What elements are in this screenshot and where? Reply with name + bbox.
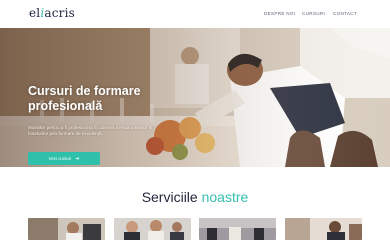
nav-link-cursuri[interactable]: CURSURI [302,11,325,16]
services-title-accent: noastre [201,189,249,205]
site-logo[interactable]: eliacris [29,6,75,20]
service-image-4 [285,218,362,240]
nav-link-despre-noi[interactable]: DESPRE NOI [264,11,295,16]
services-title-main: Serviciile [141,189,198,205]
logo-text-main: el [29,6,41,20]
service-card-4[interactable] [285,218,362,240]
hero-title: Cursuri de formare profesională [28,84,141,113]
service-card-2[interactable] [114,218,191,240]
view-courses-label: Vezi cursuri [48,156,72,161]
view-courses-button[interactable]: Vezi cursuri ➔ [28,152,100,165]
service-image-3 [199,218,276,240]
service-card-3[interactable] [199,218,276,240]
arrow-right-icon: ➔ [75,155,80,162]
service-image-2 [114,218,191,240]
top-navigation: eliacris DESPRE NOI CURSURI CONTACT [0,0,390,28]
service-card-1[interactable] [28,218,105,240]
nav-link-contact[interactable]: CONTACT [333,11,357,16]
hero-description: Motivăm pentru a fi profesioniști în dom… [28,125,153,137]
service-image-1 [28,218,105,240]
logo-text-rest: acris [44,6,75,20]
services-heading: Serviciile noastre [0,189,390,205]
hero-banner: Cursuri de formare profesională Motivăm … [0,28,390,167]
